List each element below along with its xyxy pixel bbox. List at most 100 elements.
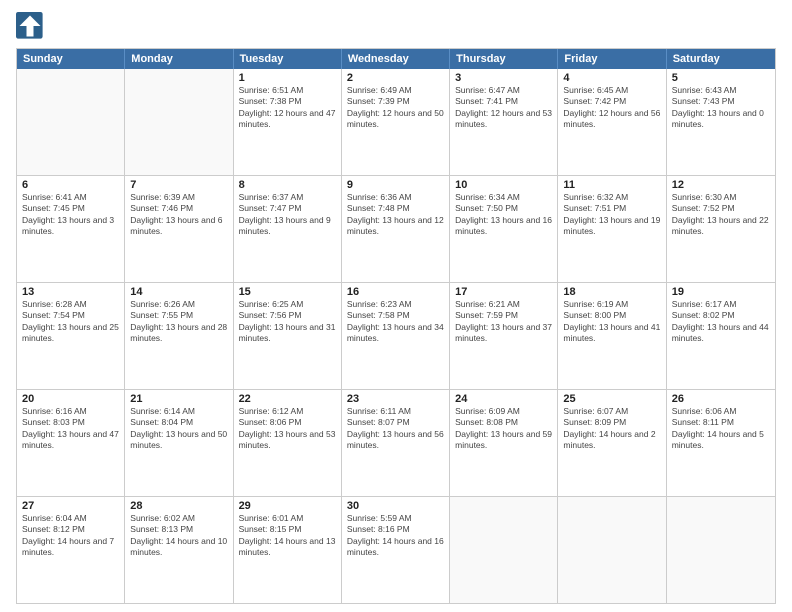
logo-icon	[16, 12, 44, 40]
day-number: 8	[239, 179, 336, 191]
day-number: 24	[455, 393, 552, 405]
day-info: Sunrise: 6:26 AM Sunset: 7:55 PM Dayligh…	[130, 299, 227, 345]
calendar-day-1: 1Sunrise: 6:51 AM Sunset: 7:38 PM Daylig…	[234, 69, 342, 175]
day-number: 22	[239, 393, 336, 405]
calendar-day-4: 4Sunrise: 6:45 AM Sunset: 7:42 PM Daylig…	[558, 69, 666, 175]
day-number: 6	[22, 179, 119, 191]
calendar-day-30: 30Sunrise: 5:59 AM Sunset: 8:16 PM Dayli…	[342, 497, 450, 603]
calendar-day-22: 22Sunrise: 6:12 AM Sunset: 8:06 PM Dayli…	[234, 390, 342, 496]
calendar-day-21: 21Sunrise: 6:14 AM Sunset: 8:04 PM Dayli…	[125, 390, 233, 496]
calendar-day-15: 15Sunrise: 6:25 AM Sunset: 7:56 PM Dayli…	[234, 283, 342, 389]
day-number: 13	[22, 286, 119, 298]
calendar-day-13: 13Sunrise: 6:28 AM Sunset: 7:54 PM Dayli…	[17, 283, 125, 389]
calendar-day-24: 24Sunrise: 6:09 AM Sunset: 8:08 PM Dayli…	[450, 390, 558, 496]
calendar-day-2: 2Sunrise: 6:49 AM Sunset: 7:39 PM Daylig…	[342, 69, 450, 175]
day-info: Sunrise: 6:25 AM Sunset: 7:56 PM Dayligh…	[239, 299, 336, 345]
day-info: Sunrise: 6:23 AM Sunset: 7:58 PM Dayligh…	[347, 299, 444, 345]
day-number: 7	[130, 179, 227, 191]
day-info: Sunrise: 6:09 AM Sunset: 8:08 PM Dayligh…	[455, 406, 552, 452]
calendar-day-10: 10Sunrise: 6:34 AM Sunset: 7:50 PM Dayli…	[450, 176, 558, 282]
day-info: Sunrise: 6:36 AM Sunset: 7:48 PM Dayligh…	[347, 192, 444, 238]
day-number: 12	[672, 179, 770, 191]
day-number: 10	[455, 179, 552, 191]
calendar-day-9: 9Sunrise: 6:36 AM Sunset: 7:48 PM Daylig…	[342, 176, 450, 282]
calendar-day-5: 5Sunrise: 6:43 AM Sunset: 7:43 PM Daylig…	[667, 69, 775, 175]
day-number: 9	[347, 179, 444, 191]
day-info: Sunrise: 6:14 AM Sunset: 8:04 PM Dayligh…	[130, 406, 227, 452]
day-info: Sunrise: 6:07 AM Sunset: 8:09 PM Dayligh…	[563, 406, 660, 452]
day-info: Sunrise: 6:37 AM Sunset: 7:47 PM Dayligh…	[239, 192, 336, 238]
day-info: Sunrise: 6:11 AM Sunset: 8:07 PM Dayligh…	[347, 406, 444, 452]
calendar-day-7: 7Sunrise: 6:39 AM Sunset: 7:46 PM Daylig…	[125, 176, 233, 282]
calendar-empty-cell	[558, 497, 666, 603]
calendar-day-28: 28Sunrise: 6:02 AM Sunset: 8:13 PM Dayli…	[125, 497, 233, 603]
calendar-day-17: 17Sunrise: 6:21 AM Sunset: 7:59 PM Dayli…	[450, 283, 558, 389]
calendar-day-25: 25Sunrise: 6:07 AM Sunset: 8:09 PM Dayli…	[558, 390, 666, 496]
calendar-day-8: 8Sunrise: 6:37 AM Sunset: 7:47 PM Daylig…	[234, 176, 342, 282]
calendar-empty-cell	[17, 69, 125, 175]
logo	[16, 12, 48, 40]
day-number: 19	[672, 286, 770, 298]
day-number: 18	[563, 286, 660, 298]
calendar-day-3: 3Sunrise: 6:47 AM Sunset: 7:41 PM Daylig…	[450, 69, 558, 175]
day-number: 14	[130, 286, 227, 298]
day-number: 25	[563, 393, 660, 405]
calendar-day-18: 18Sunrise: 6:19 AM Sunset: 8:00 PM Dayli…	[558, 283, 666, 389]
day-number: 30	[347, 500, 444, 512]
day-number: 29	[239, 500, 336, 512]
day-number: 16	[347, 286, 444, 298]
page: SundayMondayTuesdayWednesdayThursdayFrid…	[0, 0, 792, 612]
calendar-empty-cell	[450, 497, 558, 603]
calendar-day-16: 16Sunrise: 6:23 AM Sunset: 7:58 PM Dayli…	[342, 283, 450, 389]
day-number: 1	[239, 72, 336, 84]
day-number: 20	[22, 393, 119, 405]
header-day-friday: Friday	[558, 49, 666, 69]
day-number: 26	[672, 393, 770, 405]
calendar-empty-cell	[667, 497, 775, 603]
calendar-day-26: 26Sunrise: 6:06 AM Sunset: 8:11 PM Dayli…	[667, 390, 775, 496]
day-info: Sunrise: 6:41 AM Sunset: 7:45 PM Dayligh…	[22, 192, 119, 238]
calendar-day-6: 6Sunrise: 6:41 AM Sunset: 7:45 PM Daylig…	[17, 176, 125, 282]
calendar-day-20: 20Sunrise: 6:16 AM Sunset: 8:03 PM Dayli…	[17, 390, 125, 496]
day-info: Sunrise: 6:01 AM Sunset: 8:15 PM Dayligh…	[239, 513, 336, 559]
calendar-day-14: 14Sunrise: 6:26 AM Sunset: 7:55 PM Dayli…	[125, 283, 233, 389]
day-number: 2	[347, 72, 444, 84]
calendar-day-19: 19Sunrise: 6:17 AM Sunset: 8:02 PM Dayli…	[667, 283, 775, 389]
calendar-day-12: 12Sunrise: 6:30 AM Sunset: 7:52 PM Dayli…	[667, 176, 775, 282]
calendar-empty-cell	[125, 69, 233, 175]
day-number: 23	[347, 393, 444, 405]
calendar-header: SundayMondayTuesdayWednesdayThursdayFrid…	[17, 49, 775, 69]
header-day-wednesday: Wednesday	[342, 49, 450, 69]
day-number: 28	[130, 500, 227, 512]
calendar-week-1: 1Sunrise: 6:51 AM Sunset: 7:38 PM Daylig…	[17, 69, 775, 175]
calendar-week-5: 27Sunrise: 6:04 AM Sunset: 8:12 PM Dayli…	[17, 496, 775, 603]
day-info: Sunrise: 6:34 AM Sunset: 7:50 PM Dayligh…	[455, 192, 552, 238]
header-day-thursday: Thursday	[450, 49, 558, 69]
day-info: Sunrise: 6:49 AM Sunset: 7:39 PM Dayligh…	[347, 85, 444, 131]
day-info: Sunrise: 6:45 AM Sunset: 7:42 PM Dayligh…	[563, 85, 660, 131]
day-number: 11	[563, 179, 660, 191]
day-info: Sunrise: 6:02 AM Sunset: 8:13 PM Dayligh…	[130, 513, 227, 559]
day-info: Sunrise: 6:28 AM Sunset: 7:54 PM Dayligh…	[22, 299, 119, 345]
day-info: Sunrise: 6:19 AM Sunset: 8:00 PM Dayligh…	[563, 299, 660, 345]
day-number: 17	[455, 286, 552, 298]
day-info: Sunrise: 6:43 AM Sunset: 7:43 PM Dayligh…	[672, 85, 770, 131]
day-info: Sunrise: 6:21 AM Sunset: 7:59 PM Dayligh…	[455, 299, 552, 345]
calendar-week-3: 13Sunrise: 6:28 AM Sunset: 7:54 PM Dayli…	[17, 282, 775, 389]
calendar-day-29: 29Sunrise: 6:01 AM Sunset: 8:15 PM Dayli…	[234, 497, 342, 603]
header-day-saturday: Saturday	[667, 49, 775, 69]
day-number: 5	[672, 72, 770, 84]
calendar-body: 1Sunrise: 6:51 AM Sunset: 7:38 PM Daylig…	[17, 69, 775, 603]
day-info: Sunrise: 6:12 AM Sunset: 8:06 PM Dayligh…	[239, 406, 336, 452]
day-info: Sunrise: 6:30 AM Sunset: 7:52 PM Dayligh…	[672, 192, 770, 238]
day-number: 21	[130, 393, 227, 405]
calendar: SundayMondayTuesdayWednesdayThursdayFrid…	[16, 48, 776, 604]
calendar-day-27: 27Sunrise: 6:04 AM Sunset: 8:12 PM Dayli…	[17, 497, 125, 603]
header	[16, 12, 776, 40]
day-number: 27	[22, 500, 119, 512]
header-day-tuesday: Tuesday	[234, 49, 342, 69]
header-day-sunday: Sunday	[17, 49, 125, 69]
day-info: Sunrise: 6:16 AM Sunset: 8:03 PM Dayligh…	[22, 406, 119, 452]
header-day-monday: Monday	[125, 49, 233, 69]
day-number: 4	[563, 72, 660, 84]
